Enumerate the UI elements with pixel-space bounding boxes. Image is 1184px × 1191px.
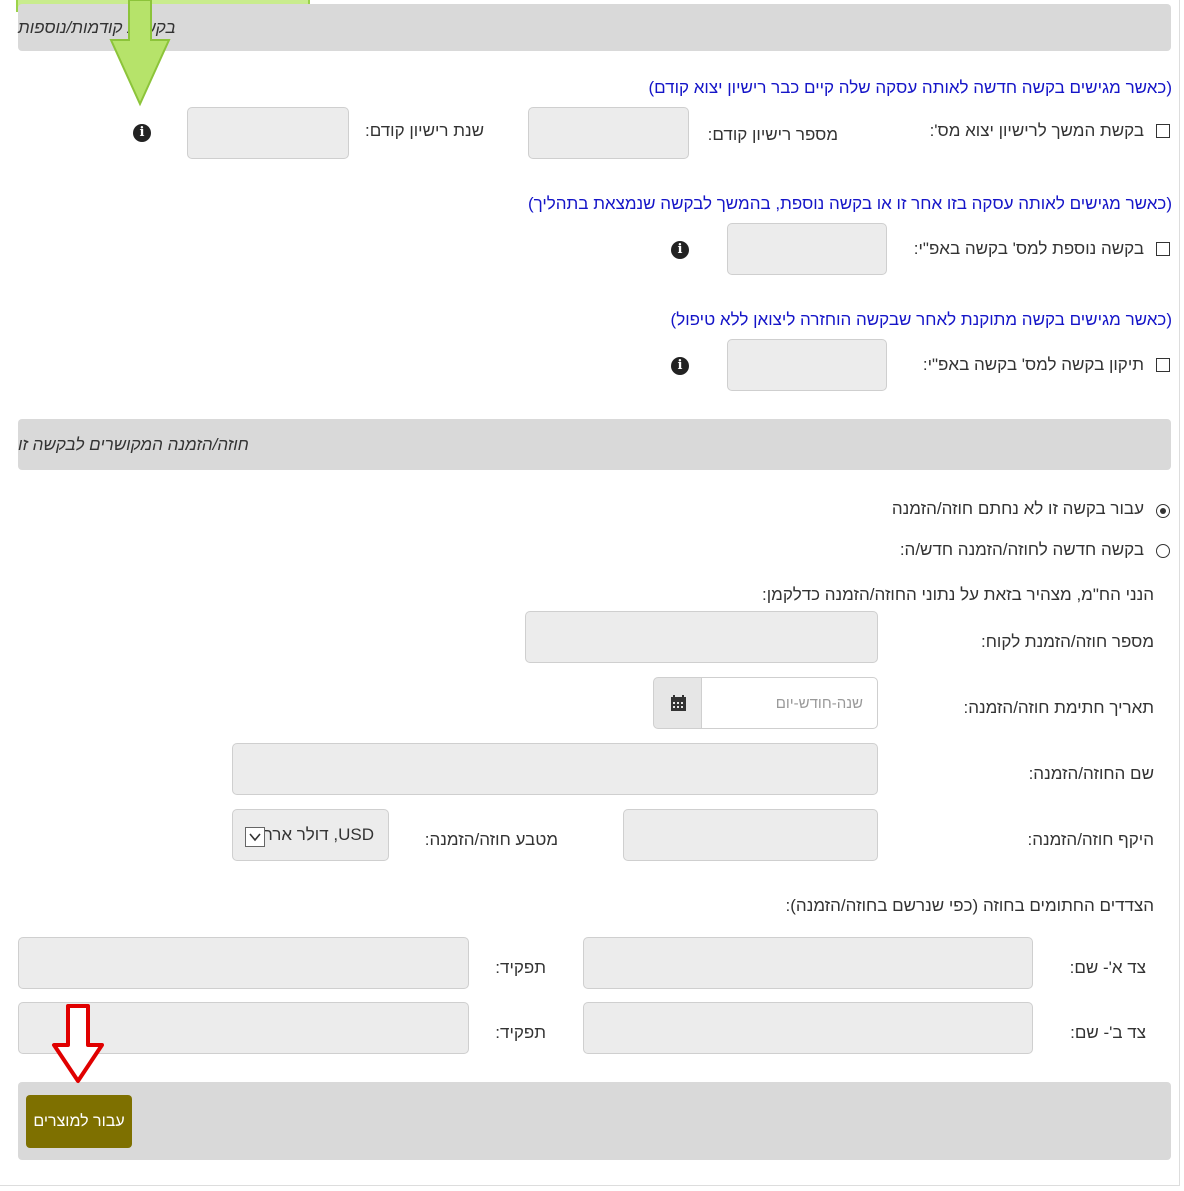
party-b-name-input[interactable] — [583, 1002, 1033, 1054]
note-additional: (כאשר מגישים לאותה עסקה בזו אחר זו או בק… — [527, 194, 1172, 213]
info-icon[interactable]: i — [671, 241, 689, 259]
continuation-checkbox[interactable] — [1156, 124, 1170, 138]
signing-date-label: תאריך חתימת חוזה/הזמנה: — [963, 698, 1154, 717]
red-down-arrow-icon — [52, 1004, 104, 1083]
actions-bar — [18, 1082, 1171, 1160]
party-a-name-label: צד א'- שם: — [1069, 958, 1146, 977]
contract-scope-label: היקף חוזה/הזמנה: — [1027, 830, 1154, 849]
contract-name-label: שם החוזה/הזמנה: — [1028, 764, 1154, 783]
radio-no-contract[interactable] — [1156, 504, 1170, 518]
contract-name-input[interactable] — [232, 743, 878, 795]
calendar-button[interactable] — [653, 677, 702, 729]
party-a-name-input[interactable] — [583, 937, 1033, 989]
currency-select[interactable]: USD, דולר ארה"ב — [232, 809, 389, 861]
section-header-contract: חוזה/הזמנה המקושרים לבקשה זו — [18, 419, 1171, 470]
continuation-label: בקשת המשך לרישיון יצוא מס': — [929, 121, 1144, 140]
amend-request-checkbox[interactable] — [1156, 358, 1170, 372]
radio-no-contract-label: עבור בקשה זו לא נחתם חוזה/הזמנה — [891, 499, 1144, 518]
chevron-down-icon — [245, 827, 265, 847]
section-title-contract: חוזה/הזמנה המקושרים לבקשה זו — [18, 434, 249, 454]
frame-right-border — [1179, 0, 1180, 1185]
prev-license-number-label: מספר רישיון קודם: — [707, 125, 838, 144]
customer-order-number-input[interactable] — [525, 611, 878, 663]
additional-request-checkbox[interactable] — [1156, 242, 1170, 256]
section-header-previous-requests: בקשות קודמות/נוספות — [18, 4, 1171, 51]
customer-order-number-label: מספר חוזה/הזמנת לקוח: — [981, 632, 1154, 651]
additional-request-label: בקשה נוספת למס' בקשה באפ"י: — [913, 239, 1144, 258]
parties-label: הצדדים החתומים בחוזה (כפי שנרשם בחוזה/הז… — [785, 896, 1154, 915]
signing-date-picker — [653, 677, 878, 729]
prev-license-year-label: שנת רישיון קודם: — [365, 121, 484, 140]
info-icon[interactable]: i — [133, 124, 151, 142]
amend-request-label: תיקון בקשה למס' בקשה באפ"י: — [922, 355, 1144, 374]
party-a-role-input[interactable] — [18, 937, 469, 989]
amend-request-input[interactable] — [727, 339, 887, 391]
signing-date-input[interactable] — [701, 677, 878, 729]
party-b-role-label: תפקיד: — [495, 1023, 546, 1042]
declaration-text: הנני הח"מ, מצהיר בזאת על נתוני החוזה/הזמ… — [762, 585, 1154, 604]
contract-scope-input[interactable] — [623, 809, 878, 861]
currency-selected-value: USD, דולר ארה"ב — [245, 825, 374, 844]
radio-new-contract-label: בקשה חדשה לחוזה/הזמנה חדש/ה: — [899, 540, 1144, 559]
info-icon[interactable]: i — [671, 357, 689, 375]
frame-bottom-border — [0, 1185, 1180, 1186]
note-amend: (כאשר מגישים בקשה מתוקנת לאחר שבקשה הוחז… — [670, 310, 1172, 329]
prev-license-number-input[interactable] — [528, 107, 689, 159]
party-b-name-label: צד ב'- שם: — [1070, 1023, 1146, 1042]
green-down-arrow-icon — [109, 0, 171, 107]
prev-license-year-input[interactable] — [187, 107, 349, 159]
note-continuation: (כאשר מגישים בקשה חדשה לאותה עסקה שלה קי… — [648, 78, 1172, 97]
go-to-products-button[interactable]: עבור למוצרים — [26, 1095, 132, 1148]
radio-new-contract[interactable] — [1156, 544, 1170, 558]
additional-request-input[interactable] — [727, 223, 887, 275]
party-a-role-label: תפקיד: — [495, 958, 546, 977]
calendar-icon — [671, 695, 686, 711]
currency-label: מטבע חוזה/הזמנה: — [424, 830, 558, 849]
